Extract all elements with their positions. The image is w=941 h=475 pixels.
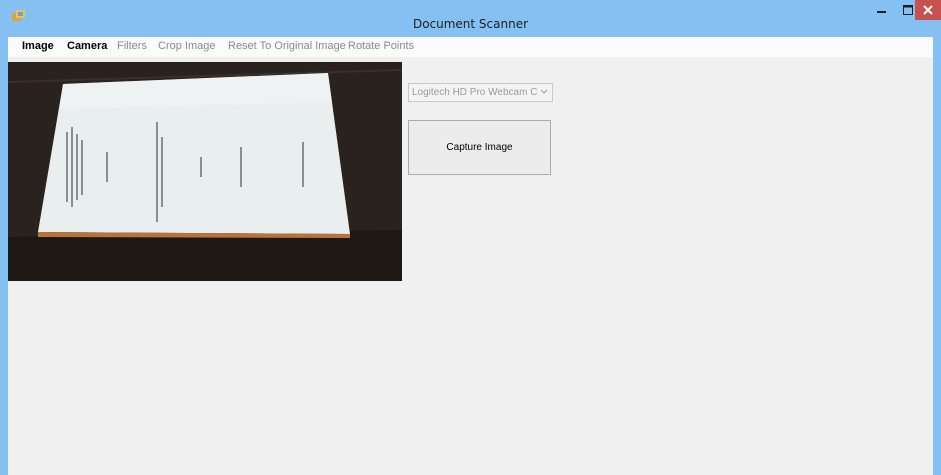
camera-preview bbox=[8, 62, 402, 281]
close-icon bbox=[923, 5, 933, 15]
camera-device-value: Logitech HD Pro Webcam C910 bbox=[412, 87, 538, 98]
menu-filters[interactable]: Filters bbox=[117, 40, 147, 52]
capture-image-label: Capture Image bbox=[446, 142, 513, 153]
menu-crop-image[interactable]: Crop Image bbox=[158, 40, 215, 52]
document-photo bbox=[8, 62, 402, 281]
window-title: Document Scanner bbox=[412, 17, 529, 31]
minimize-button[interactable] bbox=[869, 0, 895, 20]
client-area: Image Camera Filters Crop Image Reset To… bbox=[8, 37, 933, 475]
menu-camera[interactable]: Camera bbox=[67, 40, 107, 52]
camera-device-select[interactable]: Logitech HD Pro Webcam C910 bbox=[408, 83, 553, 102]
minimize-icon bbox=[877, 11, 886, 13]
menu-rotate-points[interactable]: Rotate Points bbox=[348, 40, 414, 52]
chevron-down-icon bbox=[540, 89, 548, 94]
capture-image-button[interactable]: Capture Image bbox=[408, 120, 551, 175]
menu-reset-to-original-image[interactable]: Reset To Original Image bbox=[228, 40, 346, 52]
title-bar: Document Scanner bbox=[0, 0, 941, 37]
maximize-icon bbox=[903, 5, 913, 15]
close-button[interactable] bbox=[915, 0, 941, 20]
menu-image[interactable]: Image bbox=[22, 40, 54, 52]
menu-bar: Image Camera Filters Crop Image Reset To… bbox=[8, 37, 933, 57]
